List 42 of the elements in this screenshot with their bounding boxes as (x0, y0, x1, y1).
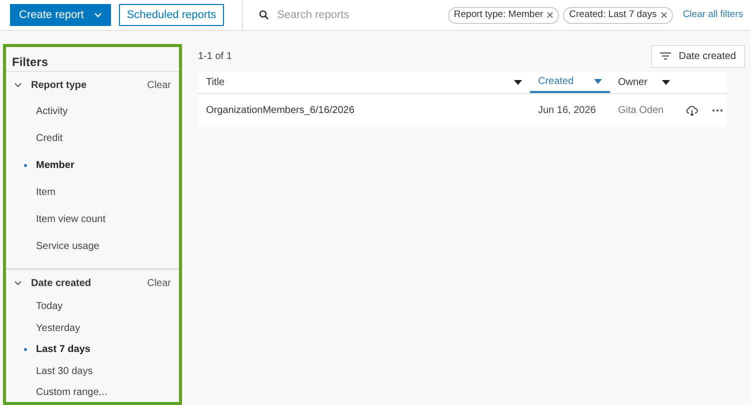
table-cell-text: OrganizationMembers_6/16/2026 (205, 104, 356, 118)
sort-button[interactable]: Date created (650, 44, 745, 68)
table-cell-text: Jun 16, 2026 (537, 104, 597, 118)
chevron-icon[interactable] (14, 81, 22, 89)
caret-icon (662, 80, 670, 85)
create-report-button[interactable]: Create report (10, 4, 111, 26)
more-icon[interactable] (712, 109, 723, 112)
filter-option[interactable]: Yesterday (6, 318, 179, 339)
filter-chip[interactable]: Report type: Member (448, 6, 560, 24)
column-header[interactable]: Owner (610, 72, 678, 93)
filter-option[interactable]: Credit (6, 125, 179, 152)
filter-option[interactable]: Member (6, 152, 179, 179)
caret-icon (514, 80, 522, 85)
filter-option[interactable]: Activity (6, 98, 179, 125)
filter-option[interactable]: Last 30 days (6, 360, 179, 382)
search-icon (259, 10, 270, 20)
clear-link[interactable]: Clear (147, 276, 171, 290)
result-count: 1-1 of 1 (198, 50, 232, 64)
chevron-icon (94, 12, 102, 18)
close-icon[interactable] (660, 12, 667, 18)
filter-option[interactable]: Service usage (6, 233, 179, 260)
filter-option[interactable]: Custom range... (6, 382, 179, 404)
sort-icon (660, 52, 671, 60)
column-header[interactable]: Title (198, 72, 530, 93)
scheduled-reports-button[interactable]: Scheduled reports (118, 4, 224, 26)
column-header[interactable]: Created (530, 72, 610, 93)
close-icon[interactable] (547, 12, 554, 18)
filter-option[interactable]: Last 7 days (6, 339, 179, 360)
filter-option[interactable]: Item view count (6, 206, 179, 233)
section-title[interactable]: Report type (31, 78, 138, 92)
filter-option[interactable]: Item (6, 179, 179, 206)
filter-chip[interactable]: Created: Last 7 days (563, 6, 673, 24)
chevron-icon[interactable] (14, 279, 22, 287)
filter-option[interactable]: Today (6, 296, 179, 318)
section-title[interactable]: Date created (31, 276, 138, 290)
cloud-download-icon[interactable] (686, 106, 698, 116)
search-field[interactable]: Search reports (277, 6, 428, 24)
clear-all-filters-link[interactable]: Clear all filters (682, 8, 743, 22)
filters-title: Filters (6, 47, 179, 72)
table-cell-text: Gita Oden (617, 104, 665, 118)
clear-link[interactable]: Clear (147, 78, 171, 92)
caret-icon (594, 79, 602, 84)
